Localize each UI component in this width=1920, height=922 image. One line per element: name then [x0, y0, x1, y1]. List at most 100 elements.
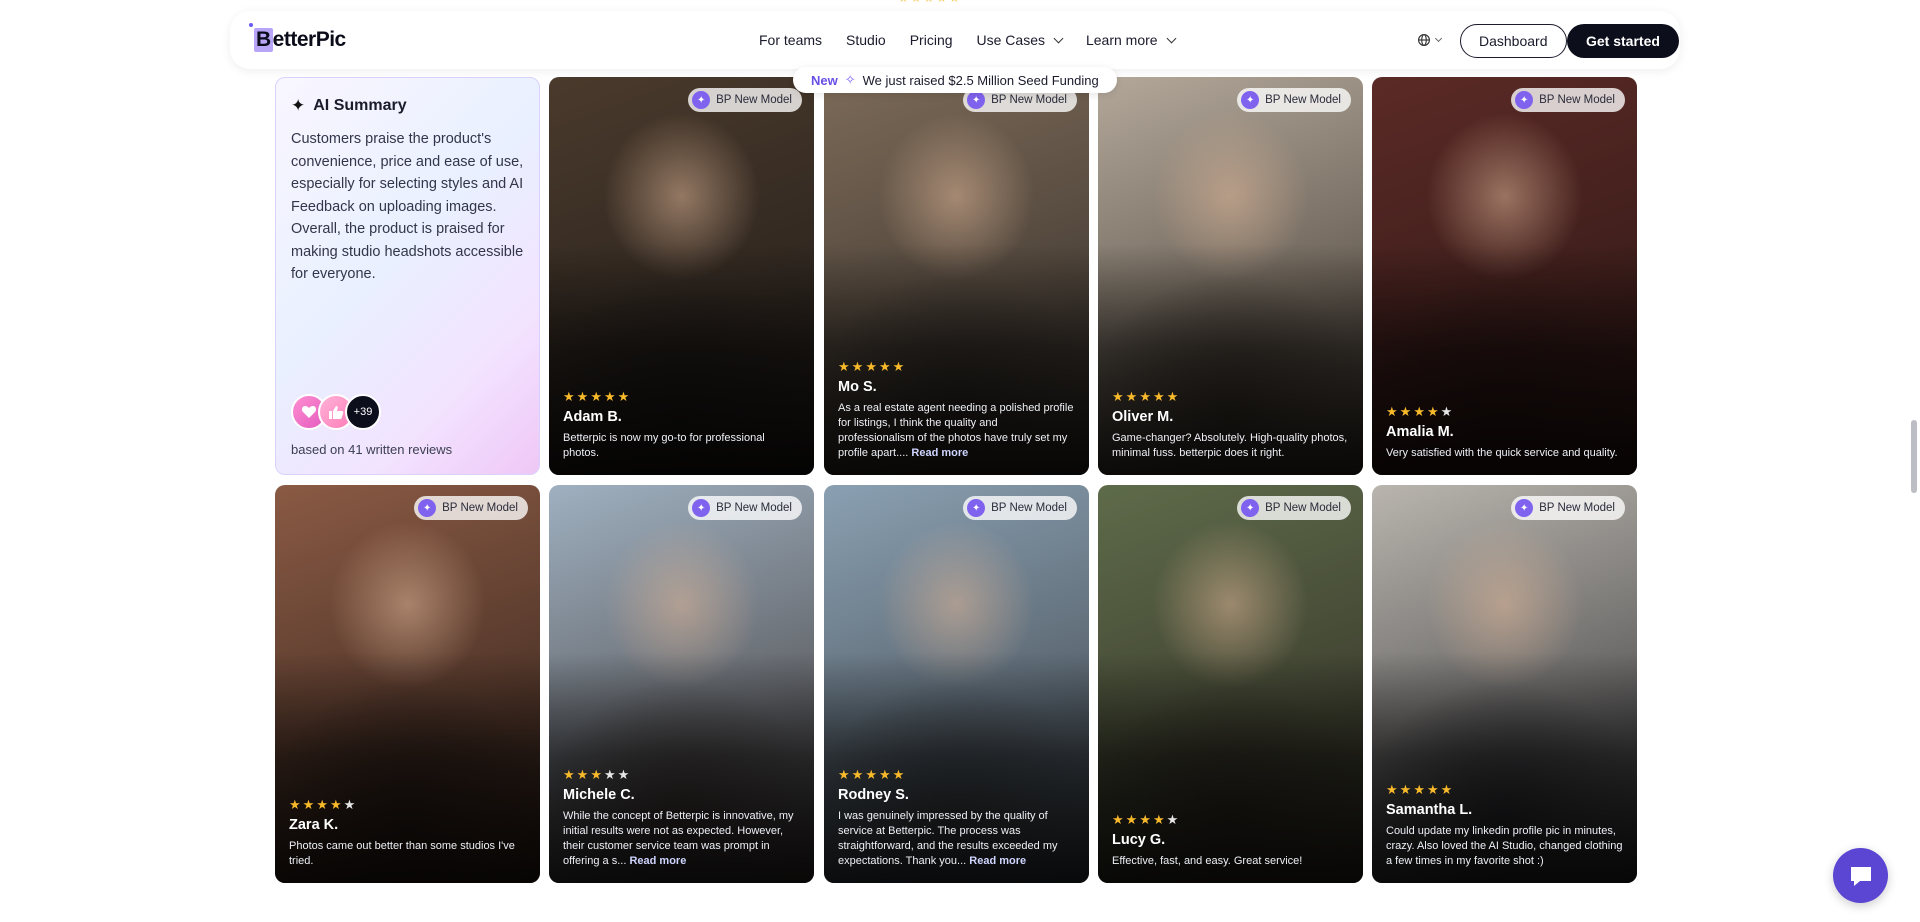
review-info: ★ ★ ★ ★ ★ Lucy G. Effective, fast, and easy. G… [1112, 813, 1349, 869]
review-card[interactable]: ✦ BP New Model ★ ★ ★ ★ ★ Adam B. Betterpic is no… [549, 77, 814, 475]
language-selector[interactable] [1417, 33, 1443, 47]
model-badge-label: BP New Model [991, 502, 1067, 514]
sparkle-icon: ✧ [844, 72, 856, 87]
partial-rating-stars: ★★★★★ [898, 0, 962, 5]
model-badge-label: BP New Model [716, 502, 792, 514]
star-filled-icon: ★ [865, 359, 877, 374]
logo[interactable]: BetterPic [254, 28, 346, 52]
review-info: ★ ★ ★ ★ ★ Rodney S. I was genuinely impressed … [838, 768, 1075, 869]
ai-summary-card: ✦ AI Summary Customers praise the produc… [275, 77, 540, 475]
star-empty-icon: ★ [603, 767, 616, 782]
star-filled-icon: ★ [1125, 389, 1138, 404]
star-filled-icon: ★ [563, 767, 575, 782]
review-card[interactable]: ✦ BP New Model ★ ★ ★ ★ ★ Michele C. While the co… [549, 485, 814, 883]
star-filled-icon: ★ [851, 767, 864, 782]
review-quote: Game-changer? Absolutely. High-quality p… [1112, 431, 1349, 461]
model-sparkle-icon: ✦ [967, 499, 986, 517]
model-badge-label: BP New Model [1265, 94, 1341, 106]
reviewer-name: Mo S. [838, 379, 877, 395]
nav-item-label: Pricing [909, 32, 953, 48]
nav-item-label: Use Cases [976, 32, 1045, 48]
star-filled-icon: ★ [576, 767, 589, 782]
model-badge-label: BP New Model [1539, 502, 1615, 514]
ai-summary-text: Customers praise the product's convenien… [291, 131, 524, 282]
dashboard-button[interactable]: Dashboard [1460, 24, 1567, 58]
review-quote: While the concept of Betterpic is innova… [563, 809, 800, 869]
review-quote: I was genuinely impressed by the quality… [838, 809, 1075, 869]
reviewer-name: Michele C. [563, 787, 635, 803]
chat-button[interactable] [1833, 848, 1888, 903]
logo-dot [249, 23, 253, 27]
review-card[interactable]: ✦ BP New Model ★ ★ ★ ★ ★ Mo S. As a real estate … [824, 77, 1089, 475]
model-badge-label: BP New Model [1265, 502, 1341, 514]
read-more-link[interactable]: Read more [969, 855, 1026, 867]
star-filled-icon: ★ [838, 359, 850, 374]
review-quote: Could update my linkedin profile pic in … [1386, 824, 1623, 869]
thumbs-up-icon [329, 405, 344, 419]
star-filled-icon: ★ [851, 359, 864, 374]
nav-item-studio[interactable]: Studio [834, 32, 898, 48]
star-rating: ★ ★ ★ ★ ★ [289, 798, 526, 811]
model-sparkle-icon: ✦ [692, 91, 711, 109]
model-sparkle-icon: ✦ [1515, 499, 1534, 517]
star-filled-icon: ★ [1386, 782, 1398, 797]
star-filled-icon: ★ [1112, 389, 1124, 404]
reviewer-name: Amalia M. [1386, 424, 1454, 440]
review-info: ★ ★ ★ ★ ★ Mo S. As a real estate agent needing… [838, 360, 1075, 461]
get-started-button[interactable]: Get started [1567, 24, 1679, 58]
review-card[interactable]: ✦ BP New Model ★ ★ ★ ★ ★ Amalia M. Very satisfie… [1372, 77, 1637, 475]
review-quote-text: Betterpic is now my go-to for profession… [563, 432, 765, 459]
read-more-link[interactable]: Read more [629, 855, 686, 867]
reviewer-name: Samantha L. [1386, 802, 1473, 818]
star-rating: ★ ★ ★ ★ ★ [1112, 390, 1349, 403]
review-card[interactable]: ✦ BP New Model ★ ★ ★ ★ ★ Samantha L. Could updat… [1372, 485, 1637, 883]
chevron-down-icon [1434, 34, 1443, 43]
review-info: ★ ★ ★ ★ ★ Adam B. Betterpic is now my go-to fo… [563, 390, 800, 461]
model-sparkle-icon: ✦ [1515, 91, 1534, 109]
review-info: ★ ★ ★ ★ ★ Oliver M. Game-changer? Absolutely. … [1112, 390, 1349, 461]
star-filled-icon: ★ [1413, 404, 1425, 419]
read-more-link[interactable]: Read more [911, 447, 968, 459]
model-badge: ✦ BP New Model [414, 496, 528, 520]
nav-item-label: Learn more [1085, 32, 1158, 48]
announcement-tag: New [811, 72, 838, 88]
star-rating: ★ ★ ★ ★ ★ [563, 768, 800, 781]
reaction-avatars: +39 [291, 394, 381, 430]
nav-item-pricing[interactable]: Pricing [898, 32, 965, 48]
more-reviewers-count: +39 [345, 394, 381, 430]
nav-item-learn-more[interactable]: Learn more [1074, 32, 1187, 48]
ai-summary-title: AI Summary [313, 97, 407, 114]
scrollbar-thumb[interactable] [1911, 420, 1917, 493]
chevron-down-icon [1166, 33, 1177, 43]
star-empty-icon: ★ [1166, 812, 1179, 827]
star-empty-icon: ★ [1440, 404, 1453, 419]
review-quote: Photos came out better than some studios… [289, 839, 526, 869]
review-card[interactable]: ✦ BP New Model ★ ★ ★ ★ ★ Rodney S. I was genuine… [824, 485, 1089, 883]
star-rating: ★ ★ ★ ★ ★ [1386, 783, 1623, 796]
model-badge-label: BP New Model [442, 502, 518, 514]
star-filled-icon: ★ [1426, 404, 1439, 419]
nav-item-use-cases[interactable]: Use Cases [965, 32, 1074, 48]
chevron-down-icon [1053, 33, 1064, 43]
nav-item-for-teams[interactable]: For teams [747, 32, 834, 48]
review-quote: Very satisfied with the quick service an… [1386, 446, 1623, 461]
globe-icon [1418, 34, 1430, 46]
star-filled-icon: ★ [1399, 782, 1412, 797]
announcement-pill[interactable]: New ✧ We just raised $2.5 Million Seed F… [793, 67, 1117, 93]
star-filled-icon: ★ [1413, 782, 1425, 797]
star-filled-icon: ★ [1112, 812, 1124, 827]
model-badge-label: BP New Model [716, 94, 792, 106]
reviewer-name: Rodney S. [838, 787, 909, 803]
reviewer-name: Oliver M. [1112, 409, 1174, 425]
star-filled-icon: ★ [1426, 782, 1439, 797]
star-filled-icon: ★ [603, 389, 616, 404]
star-empty-icon: ★ [617, 767, 630, 782]
review-card[interactable]: ✦ BP New Model ★ ★ ★ ★ ★ Lucy G. Effective, fast… [1098, 485, 1363, 883]
review-quote: Effective, fast, and easy. Great service… [1112, 854, 1349, 869]
model-badge: ✦ BP New Model [1511, 88, 1625, 112]
star-filled-icon: ★ [576, 389, 589, 404]
review-card[interactable]: ✦ BP New Model ★ ★ ★ ★ ★ Zara K. Photos came out… [275, 485, 540, 883]
star-filled-icon: ★ [590, 389, 602, 404]
review-card[interactable]: ✦ BP New Model ★ ★ ★ ★ ★ Oliver M. Game-changer?… [1098, 77, 1363, 475]
reviewer-name: Adam B. [563, 409, 622, 425]
